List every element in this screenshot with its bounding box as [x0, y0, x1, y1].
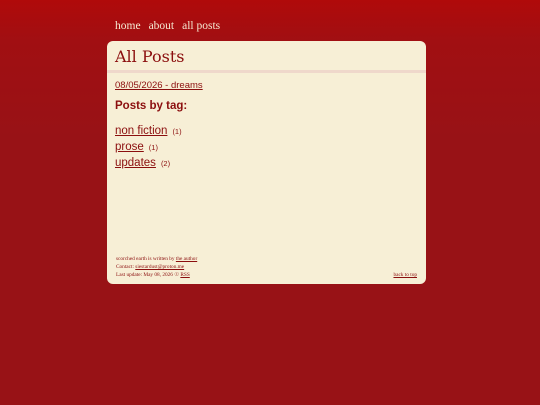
tag-item: prose (1) — [115, 139, 182, 155]
footer-update-line: Last update: May 08, 2026 ☉ RSS — [116, 271, 197, 279]
post-link-dreams[interactable]: 08/05/2026 - dreams — [115, 80, 203, 91]
tag-count: (1) — [172, 127, 182, 136]
tag-item: updates (2) — [115, 155, 182, 171]
footer-contact-label: Contact: — [116, 264, 136, 270]
tag-link-updates[interactable]: updates — [115, 155, 156, 171]
tags-heading: Posts by tag: — [115, 100, 188, 112]
footer-written-by-text: scorched earth is written by — [116, 256, 176, 262]
tag-count: (2) — [160, 159, 171, 168]
footer-rss-link[interactable]: RSS — [180, 272, 189, 278]
tag-link-non-fiction[interactable]: non fiction — [115, 123, 167, 139]
tag-item: non fiction (1) — [115, 123, 182, 139]
title-divider — [107, 70, 426, 73]
footer-author-line: scorched earth is written by the author — [116, 255, 197, 263]
footer-author-link[interactable]: the author — [176, 256, 197, 262]
content-card: All Posts 08/05/2026 - dreams Posts by t… — [107, 41, 426, 284]
page-title: All Posts — [115, 47, 185, 66]
site-footer: scorched earth is written by the author … — [116, 255, 197, 279]
nav-about-link[interactable]: about — [149, 20, 175, 32]
footer-last-update-text: Last update: May 08, 2026 ☉ — [116, 272, 181, 278]
top-nav: home about all posts — [115, 20, 220, 32]
tag-list: non fiction (1) prose (1) updates (2) — [115, 123, 182, 171]
tag-count: (1) — [148, 143, 158, 152]
nav-home-link[interactable]: home — [115, 20, 141, 32]
nav-all-posts-link[interactable]: all posts — [182, 20, 220, 32]
back-to-top-link[interactable]: back to top — [393, 271, 417, 279]
footer-contact-line: Contact: siestardust@proton.me — [116, 263, 197, 271]
footer-email-link[interactable]: siestardust@proton.me — [135, 264, 184, 270]
tag-link-prose[interactable]: prose — [115, 139, 144, 155]
